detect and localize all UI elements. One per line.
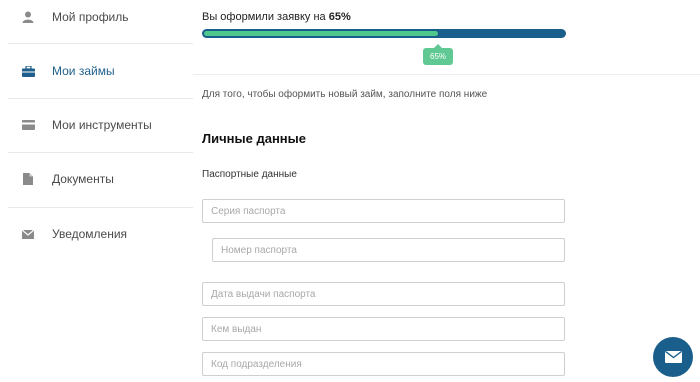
- passport-series-input[interactable]: [202, 199, 565, 223]
- progress-value: 65%: [328, 11, 351, 23]
- chat-button[interactable]: [653, 337, 693, 377]
- sidebar-item-label: Мой профиль: [52, 10, 129, 24]
- sidebar-item-loans[interactable]: Мои займы: [8, 44, 193, 98]
- divider: [193, 74, 700, 75]
- progress-badge: 65%: [422, 44, 454, 65]
- card-icon: [18, 120, 38, 130]
- sidebar-item-instruments[interactable]: Мои инструменты: [8, 98, 193, 152]
- progress-bar: [202, 29, 566, 38]
- sidebar-item-documents[interactable]: Документы: [8, 152, 193, 206]
- form-hint: Для того, чтобы оформить новый займ, зап…: [202, 89, 488, 100]
- division-code-input[interactable]: [202, 352, 565, 376]
- sidebar-item-label: Документы: [52, 172, 114, 186]
- progress-label: Вы оформили заявку на 65%: [202, 11, 351, 23]
- sidebar-item-label: Мои займы: [52, 64, 115, 78]
- sidebar-item-label: Мои инструменты: [52, 118, 152, 132]
- subsection-title: Паспортные данные: [202, 169, 297, 180]
- progress-prefix: Вы оформили заявку на: [202, 11, 329, 23]
- passport-number-input[interactable]: [212, 238, 565, 262]
- user-icon: [18, 11, 38, 23]
- progress-bar-fill: [204, 31, 438, 36]
- briefcase-icon: [18, 65, 38, 77]
- sidebar-item-notifications[interactable]: Уведомления: [8, 207, 193, 261]
- sidebar: Мой профиль Мои займы Мои инструменты До…: [0, 0, 193, 382]
- envelope-icon: [664, 351, 682, 363]
- section-title: Личные данные: [202, 131, 306, 146]
- document-icon: [18, 173, 38, 185]
- sidebar-item-profile[interactable]: Мой профиль: [8, 0, 193, 44]
- envelope-icon: [18, 229, 38, 239]
- sidebar-item-label: Уведомления: [52, 227, 128, 241]
- main-content: Вы оформили заявку на 65% 65% Для того, …: [193, 0, 700, 382]
- passport-issue-date-input[interactable]: [202, 282, 565, 306]
- passport-issued-by-input[interactable]: [202, 317, 565, 341]
